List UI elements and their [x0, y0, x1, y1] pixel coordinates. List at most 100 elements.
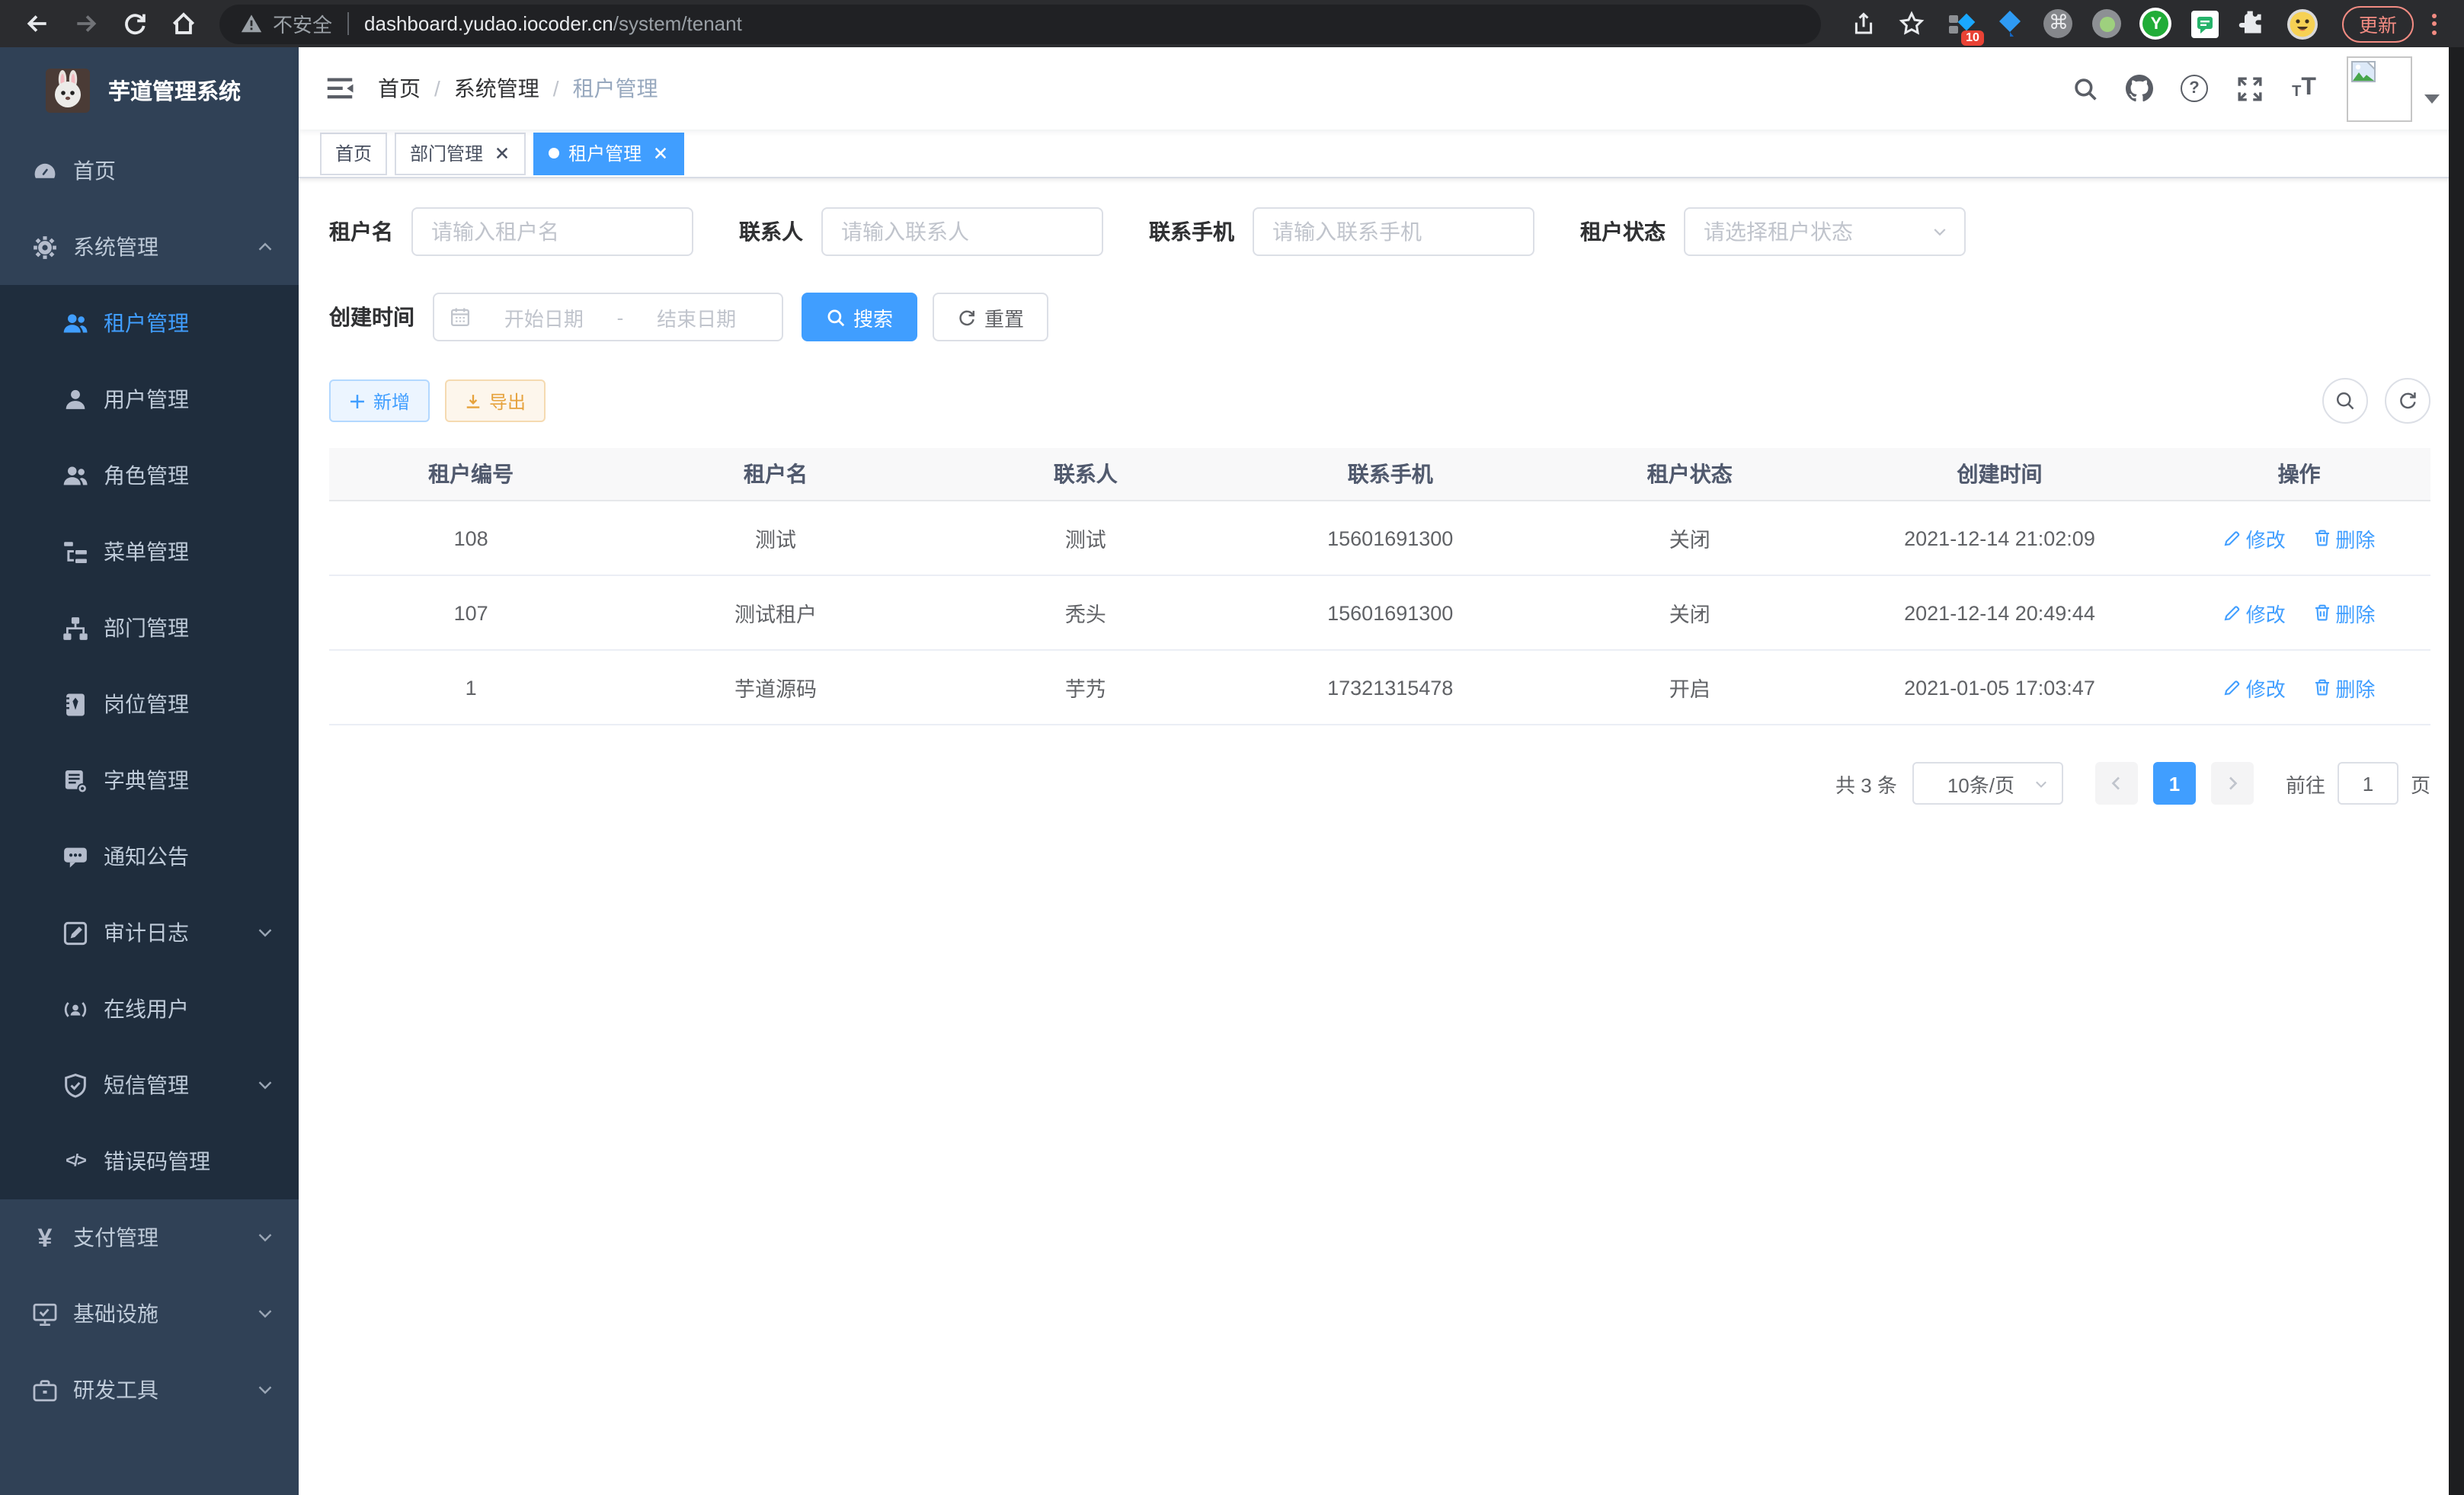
extension-yudao-icon[interactable]: Y — [2139, 7, 2173, 40]
profile-avatar-icon[interactable] — [2286, 7, 2319, 40]
cell-mobile: 17321315478 — [1233, 650, 1548, 725]
help-glyph: ? — [2189, 80, 2199, 97]
fullscreen-icon[interactable] — [2231, 70, 2267, 107]
sidebar-item-audit-log[interactable]: 审计日志 — [0, 895, 299, 971]
refresh-button[interactable] — [2385, 378, 2430, 424]
sidebar-item-home[interactable]: 首页 — [0, 133, 299, 209]
font-size-icon[interactable]: TT — [2286, 70, 2322, 107]
sidebar-item-label: 首页 — [73, 155, 274, 186]
browser-back-icon[interactable] — [21, 8, 52, 39]
extension-command-icon[interactable]: ⌘ — [2042, 7, 2075, 40]
breadcrumb-system[interactable]: 系统管理 — [454, 73, 539, 104]
delete-link[interactable]: 删除 — [2312, 598, 2375, 627]
page-number-1[interactable]: 1 — [2153, 762, 2196, 805]
prev-page-button[interactable] — [2095, 762, 2138, 805]
search-icon — [2334, 390, 2356, 411]
sidebar-item-payment[interactable]: ¥ 支付管理 — [0, 1199, 299, 1276]
mobile-input[interactable] — [1253, 207, 1534, 256]
close-icon[interactable] — [651, 144, 669, 162]
sidebar-item-notice[interactable]: 通知公告 — [0, 818, 299, 895]
search-button[interactable]: 搜索 — [802, 293, 917, 341]
edit-link[interactable]: 修改 — [2223, 673, 2286, 702]
goto-page-input[interactable] — [2338, 762, 2398, 805]
sidebar-item-error-code[interactable]: </> 错误码管理 — [0, 1123, 299, 1199]
add-button[interactable]: 新增 — [329, 379, 430, 422]
bookmark-star-icon[interactable] — [1897, 8, 1928, 39]
tab-home[interactable]: 首页 — [320, 132, 387, 174]
extension-kite-icon[interactable] — [1993, 7, 2027, 40]
online-user-icon — [62, 996, 88, 1022]
sidebar-item-online-users[interactable]: 在线用户 — [0, 971, 299, 1047]
header-search-icon[interactable] — [2066, 70, 2103, 107]
app-logo[interactable]: 芋道管理系统 — [0, 47, 299, 133]
command-glyph: ⌘ — [2044, 9, 2073, 38]
create-time-label: 创建时间 — [329, 302, 414, 332]
tenant-name-input[interactable] — [411, 207, 693, 256]
trash-icon — [2312, 678, 2331, 696]
extension-chat-icon[interactable] — [2188, 7, 2222, 40]
extension-automa-icon[interactable]: 10 — [1944, 7, 1978, 40]
reset-button-label: 重置 — [984, 303, 1024, 331]
tab-dept[interactable]: 部门管理 — [395, 132, 526, 174]
tab-tenant[interactable]: 租户管理 — [533, 132, 684, 174]
sidebar-item-tenant[interactable]: 租户管理 — [0, 285, 299, 361]
browser-reload-icon[interactable] — [119, 8, 149, 39]
sidebar-item-post[interactable]: 岗位管理 — [0, 666, 299, 742]
tab-label: 首页 — [335, 140, 372, 166]
help-icon[interactable]: ? — [2176, 70, 2213, 107]
hide-search-button[interactable] — [2322, 378, 2368, 424]
monitor-icon — [32, 1301, 58, 1327]
edit-icon — [2223, 529, 2242, 547]
next-page-button[interactable] — [2211, 762, 2254, 805]
sidebar-fold-icon[interactable] — [323, 72, 357, 105]
export-button[interactable]: 导出 — [445, 379, 546, 422]
page-size-select[interactable]: 10条/页 — [1912, 762, 2063, 805]
delete-link[interactable]: 删除 — [2312, 523, 2375, 552]
avatar[interactable] — [2347, 56, 2412, 121]
status-select[interactable]: 请选择租户状态 — [1684, 207, 1966, 256]
sidebar-item-sms[interactable]: 短信管理 — [0, 1047, 299, 1123]
security-label[interactable]: 不安全 — [273, 9, 332, 38]
sidebar-item-role[interactable]: 角色管理 — [0, 437, 299, 514]
contact-input[interactable] — [821, 207, 1103, 256]
delete-link[interactable]: 删除 — [2312, 673, 2375, 702]
sidebar-item-infra[interactable]: 基础设施 — [0, 1276, 299, 1352]
sidebar-item-system[interactable]: 系统管理 — [0, 209, 299, 285]
sidebar-item-menu[interactable]: 菜单管理 — [0, 514, 299, 590]
share-icon[interactable] — [1848, 8, 1879, 39]
close-icon[interactable] — [492, 144, 510, 162]
users-icon — [62, 310, 88, 336]
tabs-bar: 首页 部门管理 租户管理 — [299, 130, 2464, 178]
table-row: 108 测试 测试 15601691300 关闭 2021-12-14 21:0… — [329, 501, 2430, 575]
edit-link[interactable]: 修改 — [2223, 598, 2286, 627]
sidebar-item-user[interactable]: 用户管理 — [0, 361, 299, 437]
extension-dot-icon[interactable] — [2091, 7, 2124, 40]
screen: 不安全 dashboard.yudao.iocoder.cn/system/te… — [0, 0, 2464, 1495]
date-range-picker[interactable]: 开始日期 - 结束日期 — [433, 293, 783, 341]
address-bar[interactable]: 不安全 dashboard.yudao.iocoder.cn/system/te… — [219, 4, 1821, 43]
breadcrumb-home[interactable]: 首页 — [378, 73, 421, 104]
status-select-placeholder: 请选择租户状态 — [1704, 216, 1931, 247]
extension-badge: 10 — [1961, 30, 1984, 45]
reset-button[interactable]: 重置 — [933, 293, 1048, 341]
avatar-caret-icon[interactable] — [2424, 94, 2440, 104]
cell-contact: 测试 — [939, 501, 1233, 575]
browser-forward-icon[interactable] — [70, 8, 101, 39]
refresh-icon — [2397, 390, 2418, 411]
edit-link[interactable]: 修改 — [2223, 523, 2286, 552]
url-path: /system/tenant — [613, 12, 742, 35]
sidebar-item-label: 支付管理 — [73, 1222, 256, 1253]
github-icon[interactable] — [2121, 70, 2158, 107]
browser-menu-icon[interactable] — [2429, 10, 2440, 37]
browser-home-icon[interactable] — [168, 8, 198, 39]
sidebar-item-dev-tools[interactable]: 研发工具 — [0, 1352, 299, 1428]
col-contact: 联系人 — [939, 448, 1233, 501]
sidebar-item-dict[interactable]: 字典管理 — [0, 742, 299, 818]
url-text[interactable]: dashboard.yudao.iocoder.cn/system/tenant — [364, 12, 742, 35]
chrome-update-button[interactable]: 更新 — [2342, 5, 2414, 42]
extensions-puzzle-icon[interactable] — [2237, 7, 2270, 40]
sidebar-item-dept[interactable]: 部门管理 — [0, 590, 299, 666]
window-scrollbar-strip[interactable] — [2449, 47, 2464, 1495]
col-tenant-id: 租户编号 — [329, 448, 613, 501]
export-button-label: 导出 — [489, 388, 526, 414]
